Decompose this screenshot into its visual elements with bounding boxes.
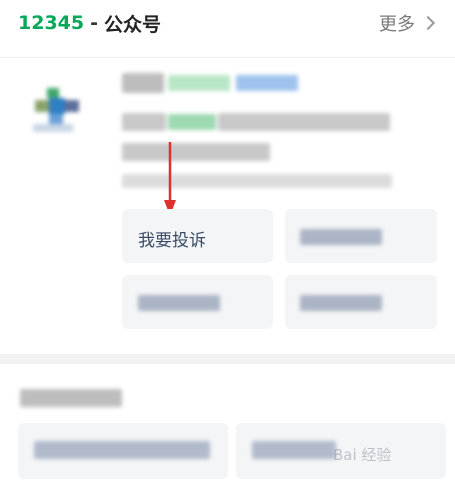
menu-item-3-label-obscured	[138, 295, 220, 311]
watermark-text: Bai 经验	[333, 446, 392, 464]
official-account-label: 公众号	[104, 13, 162, 36]
secondary-item-1-label-obscured	[34, 441, 210, 459]
section-divider	[0, 354, 455, 364]
menu-item-4-label-obscured	[300, 295, 382, 311]
header-bar: 12345 - 公众号 更多	[0, 0, 455, 46]
secondary-title-obscured	[20, 389, 122, 407]
section-title: 12345 - 公众号	[18, 10, 161, 37]
account-avatar[interactable]	[25, 82, 87, 138]
more-link[interactable]: 更多	[379, 10, 436, 36]
more-label: 更多	[379, 14, 415, 35]
secondary-item-2-label-obscured	[252, 441, 336, 459]
complain-button-label: 我要投诉	[138, 231, 206, 251]
watermark: Bai 经验	[333, 444, 451, 478]
menu-item-2-label-obscured	[300, 229, 382, 245]
chevron-right-icon	[420, 15, 436, 31]
red-arrow-annotation	[164, 142, 176, 216]
title-separator: -	[90, 12, 98, 34]
hotline-number: 12345	[18, 12, 85, 34]
